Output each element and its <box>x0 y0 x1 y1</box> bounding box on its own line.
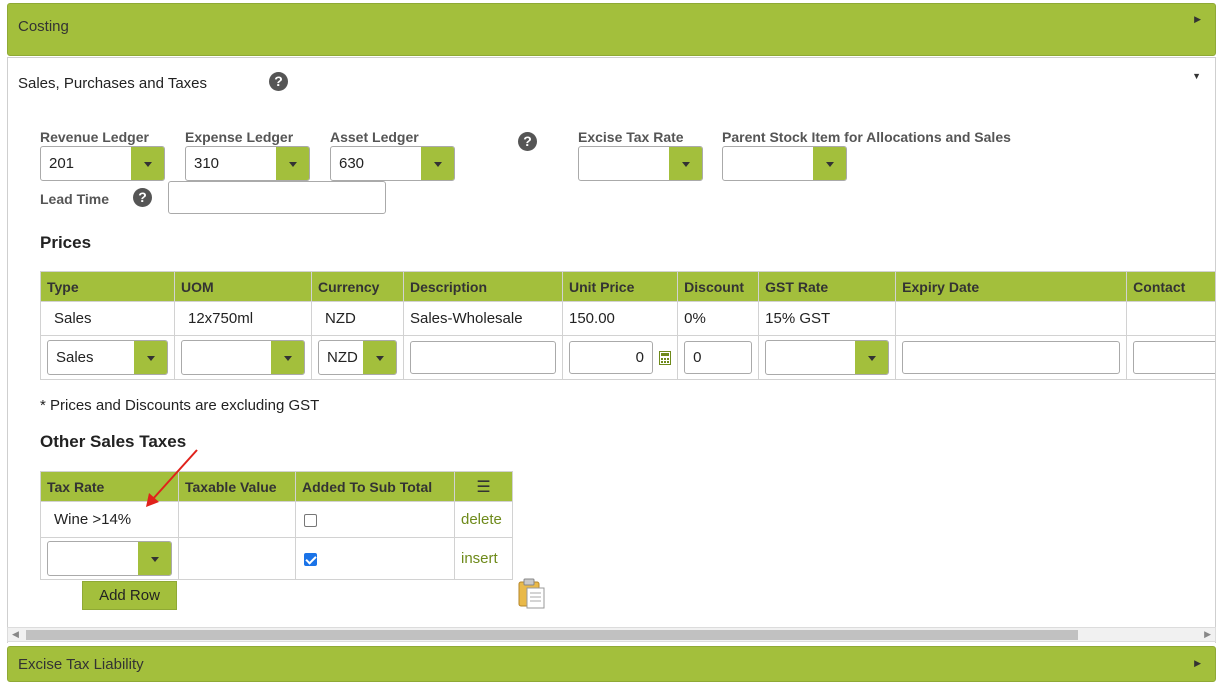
chevron-down-icon[interactable] <box>363 341 396 374</box>
uom-select[interactable] <box>181 340 305 375</box>
price-type-select[interactable]: Sales <box>47 340 168 375</box>
chevron-down-icon[interactable] <box>813 147 846 180</box>
clipboard-icon[interactable] <box>518 578 546 610</box>
column-header: Expiry Date <box>895 271 1128 302</box>
prices-header-row: Type UOM Currency Description Unit Price… <box>40 271 1215 302</box>
scrollbar-thumb[interactable] <box>26 630 1078 640</box>
table-cell: NZD <box>311 301 404 336</box>
asset-ledger-value: 630 <box>339 155 365 172</box>
column-header: Contact <box>1126 271 1215 302</box>
add-row-button[interactable]: Add Row <box>82 581 177 610</box>
sales-panel: Revenue Ledger 201 Expense Ledger 310 As… <box>7 113 1216 643</box>
table-cell <box>178 537 296 580</box>
chevron-down-icon[interactable] <box>134 341 167 374</box>
column-menu[interactable]: ☰ <box>454 471 513 502</box>
column-header: GST Rate <box>758 271 897 302</box>
table-cell: 12x750ml <box>174 301 312 336</box>
price-type-value: Sales <box>56 349 94 366</box>
currency-value: NZD <box>327 349 358 366</box>
calculator-icon[interactable] <box>659 350 672 365</box>
new-price-row: Sales NZD 0 0 <box>40 335 1215 380</box>
prices-table: Type UOM Currency Description Unit Price… <box>40 271 1215 380</box>
prices-note: * Prices and Discounts are excluding GST <box>40 397 320 414</box>
column-header: UOM <box>174 271 312 302</box>
column-header: Currency <box>311 271 404 302</box>
table-row[interactable]: Sales 12x750ml NZD Sales-Wholesale 150.0… <box>40 301 1215 336</box>
added-to-subtotal-checkbox[interactable] <box>304 513 317 527</box>
chevron-down-icon[interactable] <box>855 341 889 374</box>
scroll-right-icon[interactable]: ▶ <box>1204 628 1211 641</box>
revenue-ledger-value: 201 <box>49 155 75 172</box>
delete-link[interactable]: delete <box>461 511 502 528</box>
expense-ledger-select[interactable]: 310 <box>185 146 310 181</box>
tax-rate-select[interactable] <box>47 541 172 576</box>
insert-link[interactable]: insert <box>461 550 498 567</box>
chevron-down-icon[interactable] <box>421 147 454 180</box>
chevron-down-icon[interactable] <box>271 341 304 374</box>
chevron-down-icon[interactable] <box>131 147 164 180</box>
collapse-arrow-icon: ▼ <box>1192 71 1201 81</box>
parent-stock-item-select[interactable] <box>722 146 847 181</box>
help-icon[interactable]: ? <box>133 188 152 207</box>
costing-title: Costing <box>18 18 69 35</box>
other-taxes-header-row: Tax Rate Taxable Value Added To Sub Tota… <box>40 471 513 502</box>
chevron-down-icon[interactable] <box>138 542 171 575</box>
chevron-down-icon[interactable] <box>669 147 702 180</box>
excise-tax-rate-select[interactable] <box>578 146 703 181</box>
excise-accordion[interactable]: Excise Tax Liability ▶ <box>7 646 1216 682</box>
menu-icon[interactable]: ☰ <box>476 479 490 496</box>
column-header: Description <box>403 271 563 302</box>
table-row[interactable]: Wine >14% delete <box>40 501 513 538</box>
asset-ledger-label: Asset Ledger <box>330 129 419 145</box>
help-icon[interactable]: ? <box>269 72 288 91</box>
excise-tax-rate-label: Excise Tax Rate <box>578 129 684 145</box>
description-input[interactable] <box>410 341 556 374</box>
expiry-date-input[interactable] <box>902 341 1121 374</box>
expand-arrow-icon: ▶ <box>1194 14 1201 24</box>
column-header: Added To Sub Total <box>295 471 455 502</box>
sales-accordion-header[interactable]: Sales, Purchases and Taxes ? ▼ <box>7 57 1216 114</box>
unit-price-input[interactable]: 0 <box>569 341 653 374</box>
other-taxes-table: Tax Rate Taxable Value Added To Sub Tota… <box>40 471 513 580</box>
asset-ledger-select[interactable]: 630 <box>330 146 455 181</box>
gst-rate-select[interactable] <box>765 340 890 375</box>
currency-select[interactable]: NZD <box>318 340 397 375</box>
contact-input[interactable] <box>1133 341 1215 374</box>
discount-input[interactable]: 0 <box>684 341 753 374</box>
column-header: Discount <box>677 271 760 302</box>
horizontal-scrollbar[interactable]: ◀ ▶ <box>7 627 1216 642</box>
added-to-subtotal-checkbox[interactable] <box>304 552 317 566</box>
expand-arrow-icon: ▶ <box>1194 658 1201 668</box>
table-cell: 15% GST <box>758 301 897 336</box>
table-cell: 0% <box>677 301 760 336</box>
expense-ledger-value: 310 <box>194 155 220 172</box>
new-tax-row: insert <box>40 537 513 580</box>
help-icon[interactable]: ? <box>518 132 537 151</box>
column-header: Unit Price <box>561 271 679 302</box>
parent-stock-item-label: Parent Stock Item for Allocations and Sa… <box>722 129 1011 145</box>
table-cell: Sales-Wholesale <box>403 301 563 336</box>
sales-title: Sales, Purchases and Taxes <box>18 75 208 92</box>
excise-title: Excise Tax Liability <box>18 656 144 673</box>
column-header: Type <box>40 271 175 302</box>
revenue-ledger-label: Revenue Ledger <box>40 129 149 145</box>
prices-title: Prices <box>40 233 92 252</box>
table-cell: 150.00 <box>561 301 679 336</box>
costing-accordion[interactable]: Costing ▶ <box>7 3 1216 56</box>
revenue-ledger-select[interactable]: 201 <box>40 146 165 181</box>
table-cell <box>1126 301 1215 336</box>
expense-ledger-label: Expense Ledger <box>185 129 294 145</box>
table-cell: Sales <box>40 301 175 336</box>
lead-time-label: Lead Time <box>40 191 109 207</box>
lead-time-input[interactable] <box>168 181 386 214</box>
annotation-arrow-icon <box>146 449 198 507</box>
chevron-down-icon[interactable] <box>276 147 309 180</box>
scroll-left-icon[interactable]: ◀ <box>12 628 19 641</box>
table-cell <box>895 301 1128 336</box>
